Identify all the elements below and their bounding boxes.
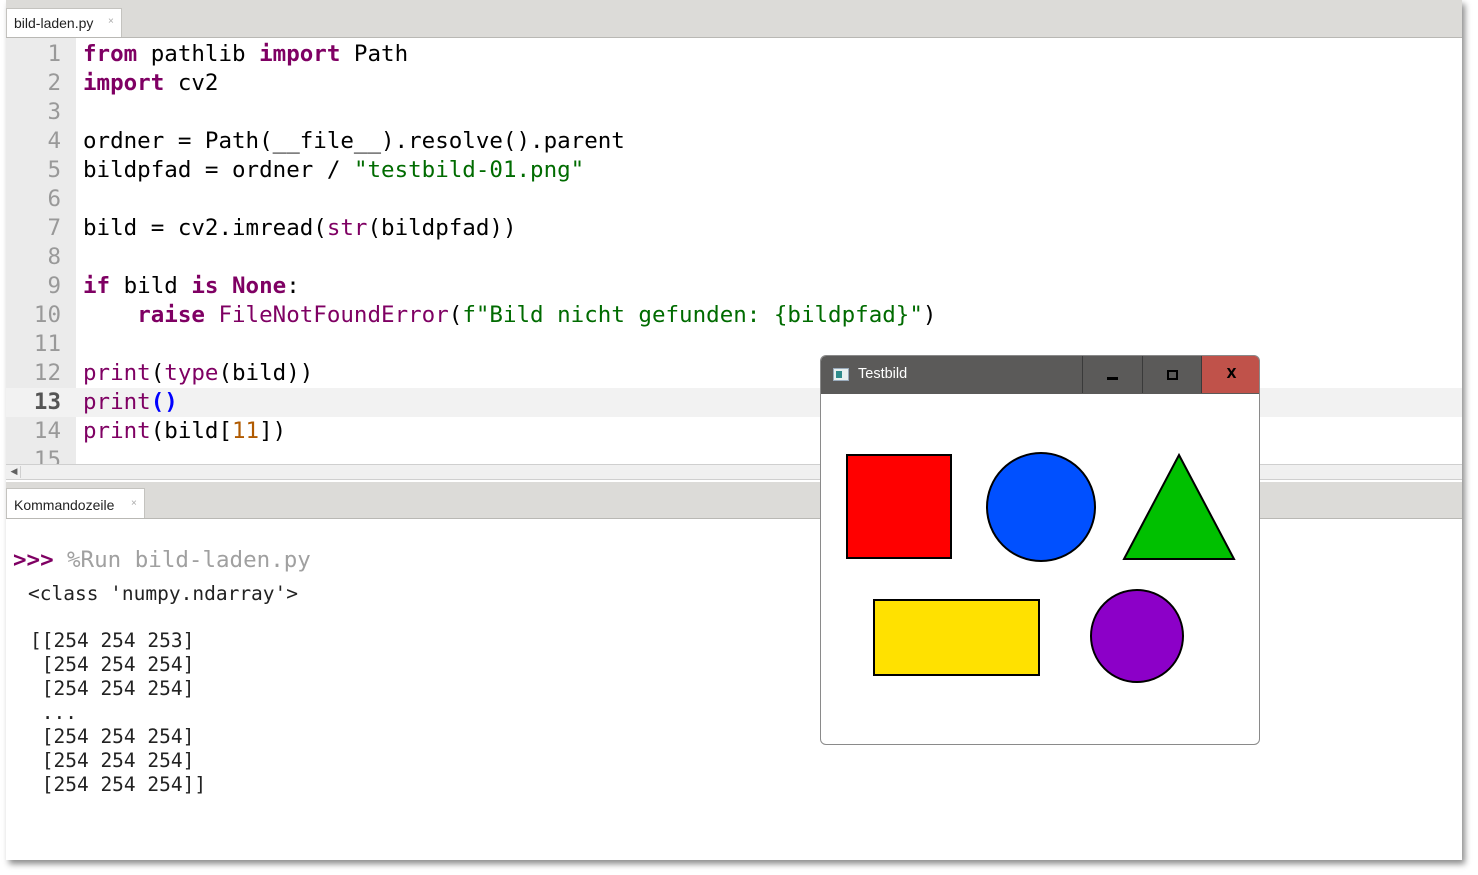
shell-output-line: [[254 254 253] [30,629,195,652]
code-text: print(type(bild)) [83,360,314,386]
shell-prompt: >>> [13,547,54,573]
code-line[interactable]: 3 [6,98,1462,127]
line-number: 10 [33,302,61,328]
line-number: 4 [47,128,61,154]
blue-circle [986,452,1096,562]
code-text: ordner = Path(__file__).resolve().parent [83,128,625,154]
close-icon: X [1226,367,1237,382]
line-number: 12 [33,360,61,386]
line-number: 14 [33,418,61,444]
code-line[interactable]: 4 ordner = Path(__file__).resolve().pare… [6,127,1462,156]
testbild-window[interactable]: Testbild X [820,355,1260,745]
code-line[interactable]: 5 bildpfad = ordner / "testbild-01.png" [6,156,1462,185]
code-text: print() [83,389,178,415]
minimize-icon [1107,377,1118,380]
line-number: 9 [47,273,61,299]
code-line[interactable]: 8 [6,243,1462,272]
code-line[interactable]: 10 raise FileNotFoundError(f"Bild nicht … [6,301,1462,330]
code-text: bild = cv2.imread(str(bildpfad)) [83,215,517,241]
line-number: 15 [33,447,61,464]
code-text: print(bild[11]) [83,418,287,444]
code-text: raise FileNotFoundError(f"Bild nicht gef… [137,302,937,328]
code-line[interactable]: 9 if bild is None: [6,272,1462,301]
purple-circle [1090,589,1184,683]
image-canvas [846,452,1236,683]
editor-tabstrip: bild-laden.py × [6,0,1462,38]
shell-output-line: [254 254 254] [30,725,195,748]
code-line[interactable]: 7 bild = cv2.imread(str(bildpfad)) [6,214,1462,243]
line-number: 1 [47,41,61,67]
tab-kommandozeile[interactable]: Kommandozeile × [6,488,145,518]
code-text: from pathlib import Path [83,41,409,67]
line-number: 7 [47,215,61,241]
line-number: 2 [47,70,61,96]
line-number: 11 [33,331,61,357]
shell-output-line: [254 254 254] [30,653,195,676]
line-number: 5 [47,157,61,183]
minimize-button[interactable] [1082,356,1142,393]
window-app-icon [833,368,849,381]
tab-bild-laden[interactable]: bild-laden.py × [6,8,122,37]
tab-label: bild-laden.py [14,15,94,31]
shell-output-line: <class 'numpy.ndarray'> [28,582,299,605]
tab-close-icon[interactable]: × [131,498,137,509]
tab-close-icon[interactable]: × [108,16,114,27]
line-number: 13 [33,389,61,415]
code-line[interactable]: 1 from pathlib import Path [6,40,1462,69]
code-line[interactable]: 2 import cv2 [6,69,1462,98]
green-triangle [1122,452,1236,560]
line-number: 8 [47,244,61,270]
window-titlebar[interactable]: Testbild X [821,356,1259,394]
window-title: Testbild [858,366,908,382]
line-number: 6 [47,186,61,212]
shell-command: %Run bild-laden.py [67,547,311,573]
maximize-button[interactable] [1142,356,1202,393]
code-text: bildpfad = ordner / "testbild-01.png" [83,157,585,183]
code-text: if bild is None: [83,273,300,299]
yellow-rectangle [873,599,1040,676]
maximize-icon [1167,370,1178,380]
shell-output-line: [254 254 254] [30,749,195,772]
code-text: import cv2 [83,70,219,96]
scroll-left-icon[interactable]: ◀ [8,466,21,478]
line-number: 3 [47,99,61,125]
close-button[interactable]: X [1201,356,1259,393]
shell-output-line: ... [30,701,77,724]
tab-label: Kommandozeile [14,497,115,513]
code-line[interactable]: 6 [6,185,1462,214]
shell-output-line: [254 254 254]] [30,773,207,796]
shell-output-line: [254 254 254] [30,677,195,700]
red-square [846,454,952,559]
